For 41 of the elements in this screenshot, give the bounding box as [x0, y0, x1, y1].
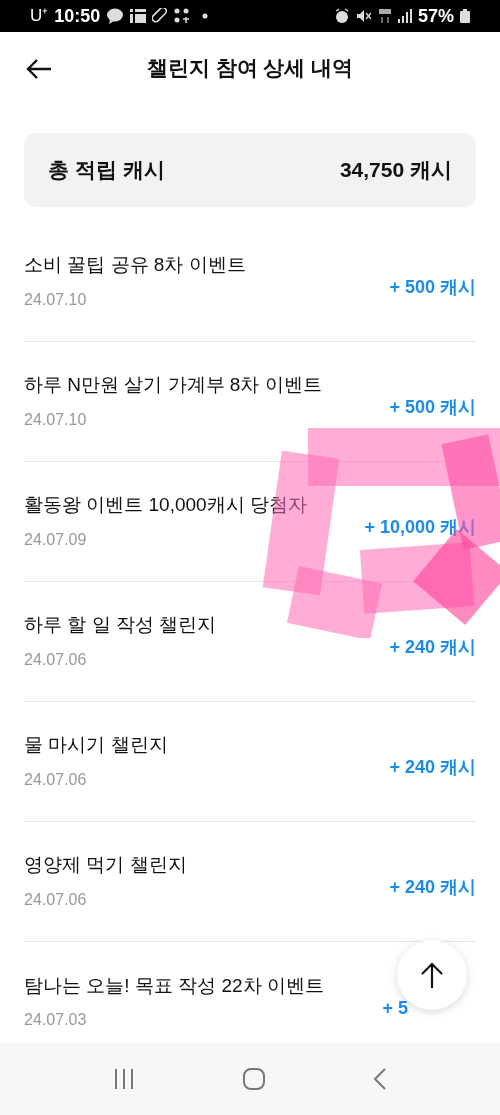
total-value: 34,750 캐시: [339, 157, 452, 184]
entry-title: 하루 N만원 살기 가계부 8차 이벤트: [24, 373, 322, 398]
entry-title: 탐나는 오늘! 목표 작성 22차 이벤트: [24, 973, 324, 998]
entry-title: 소비 꿀팁 공유 8차 이벤트: [24, 253, 246, 278]
entry-amount: + 500 캐시: [389, 276, 476, 299]
entry-amount: + 5: [382, 997, 408, 1020]
dots-icon: [174, 8, 191, 24]
entry-date: 24.07.03: [24, 1010, 88, 1031]
entry-date: 24.07.10: [24, 409, 88, 430]
entry-date: 24.07.06: [24, 769, 88, 790]
back-arrow-icon: [26, 58, 52, 80]
dot-icon: [202, 13, 209, 19]
list-icon: [130, 9, 147, 23]
carrier-text: U⁺: [30, 5, 49, 28]
mute-icon: [355, 8, 372, 24]
entry-title: 하루 할 일 작성 챌린지: [24, 613, 217, 638]
home-icon: [242, 1067, 266, 1091]
total-label: 총 적립 캐시: [48, 157, 165, 184]
entry-title: 활동왕 이벤트 10,000캐시 당첨자: [24, 493, 307, 518]
signal-icon: [397, 9, 412, 23]
battery-icon: [460, 9, 470, 23]
entry-date: 24.07.09: [24, 529, 88, 550]
battery-text: 57%: [417, 4, 454, 28]
entry-date: 24.07.10: [24, 289, 88, 310]
entry-amount: + 240 캐시: [389, 876, 476, 899]
entry-title: 물 마시기 챌린지: [24, 733, 168, 758]
entry-amount: + 240 캐시: [389, 756, 476, 779]
back-icon: [372, 1067, 387, 1091]
page-title: 챌린지 참여 상세 내역: [146, 55, 354, 82]
entry-amount: + 500 캐시: [389, 396, 476, 419]
entry-amount: + 10,000 캐시: [364, 516, 476, 539]
clock-text: 10:50: [54, 4, 101, 28]
recent-apps-icon: [113, 1068, 136, 1090]
alarm-icon: [333, 8, 350, 24]
pill-icon: [152, 8, 169, 24]
entry-date: 24.07.06: [24, 649, 88, 670]
chat-icon: [106, 8, 125, 24]
entry-date: 24.07.06: [24, 889, 88, 910]
up-arrow-icon: [420, 962, 444, 988]
entry-title: 영양제 먹기 챌린지: [24, 853, 187, 878]
entry-amount: + 240 캐시: [389, 636, 476, 659]
